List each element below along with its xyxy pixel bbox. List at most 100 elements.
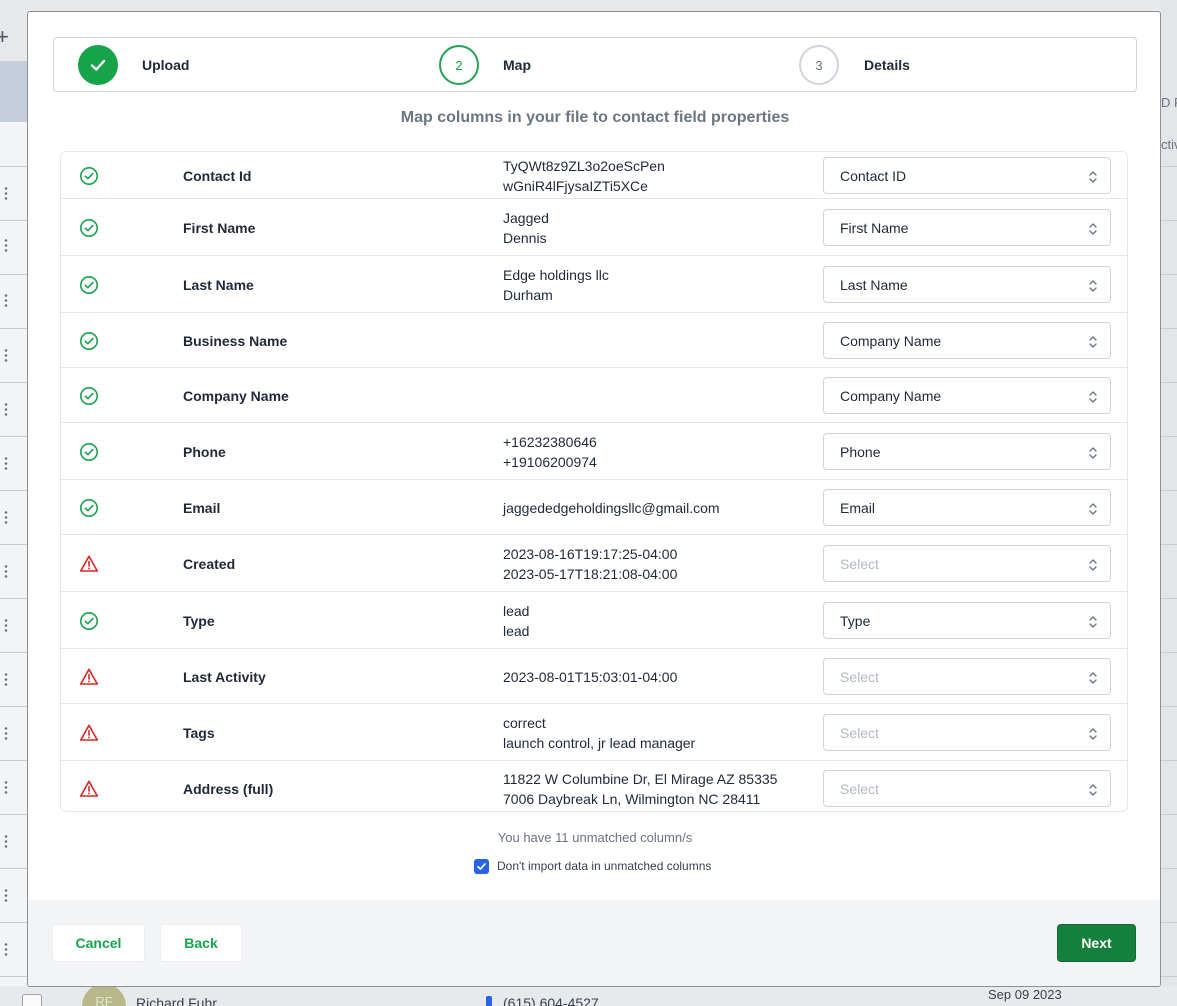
step-done-check-icon — [78, 45, 118, 85]
select-arrows-icon — [1088, 782, 1098, 798]
column-name: Last Activity — [183, 669, 266, 685]
sample-value: +16232380646 — [503, 434, 597, 450]
warning-icon — [79, 667, 99, 687]
select-arrows-icon — [1088, 726, 1098, 742]
column-name: Last Name — [183, 277, 254, 293]
mapping-row: First Name Jagged Dennis First Name — [61, 199, 1127, 256]
matched-check-icon — [79, 166, 99, 186]
sample-values: 11822 W Columbine Dr, El Mirage AZ 85335… — [503, 769, 777, 809]
back-button[interactable]: Back — [160, 924, 242, 962]
contact-date: Sep 09 2023 — [988, 987, 1062, 1002]
sample-values: 2023-08-01T15:03:01-04:00 — [503, 667, 677, 687]
field-select[interactable]: Company Name — [823, 377, 1111, 414]
column-name: Contact Id — [183, 168, 252, 184]
select-arrows-icon — [1088, 445, 1098, 461]
select-arrows-icon — [1088, 389, 1098, 405]
field-select[interactable]: Contact ID — [823, 157, 1111, 194]
sample-value: correct — [503, 715, 546, 731]
matched-check-icon — [79, 218, 99, 238]
drag-handle-icon — [2, 888, 10, 902]
sample-values: correct launch control, jr lead manager — [503, 713, 695, 753]
field-select[interactable]: Email — [823, 489, 1111, 526]
mapping-row: Last Activity 2023-08-01T15:03:01-04:00 Se… — [61, 649, 1127, 704]
sample-value: 11822 W Columbine Dr, El Mirage AZ 85335 — [503, 771, 778, 787]
sample-values: 2023-08-16T19:17:25-04:00 2023-05-17T18:2… — [503, 544, 677, 584]
dont-import-checkbox[interactable] — [474, 858, 489, 874]
field-select-value: Company Name — [840, 332, 942, 349]
field-select[interactable]: Select — [823, 770, 1111, 807]
matched-check-icon — [79, 331, 99, 351]
sample-value: jaggededgeholdingsllc@gmail.com — [503, 500, 720, 516]
field-select[interactable]: First Name — [823, 209, 1111, 246]
column-name: First Name — [183, 220, 256, 236]
field-select[interactable]: Select — [823, 658, 1111, 695]
select-arrows-icon — [1088, 169, 1098, 185]
drag-handle-icon — [2, 348, 10, 362]
step-label: Details — [864, 57, 910, 73]
warning-icon — [79, 779, 99, 799]
drag-handle-icon — [2, 186, 10, 200]
step-label: Upload — [142, 57, 190, 73]
mapping-row: Created 2023-08-16T19:17:25-04:00 2023-05-… — [61, 535, 1127, 592]
select-arrows-icon — [1088, 614, 1098, 630]
modal-footer: Cancel Back Next — [28, 900, 1160, 986]
sample-values: Edge holdings llc Durham — [503, 265, 609, 305]
phone-icon — [486, 996, 492, 1006]
drag-handle-icon — [2, 672, 10, 686]
select-arrows-icon — [1088, 221, 1098, 237]
field-select-placeholder: Select — [840, 668, 879, 685]
drag-handle-icon — [2, 564, 10, 578]
background-right-text: ctiv — [1161, 137, 1177, 152]
field-select-value: Email — [840, 499, 876, 516]
mapping-row: Company Name Company Name — [61, 368, 1127, 423]
matched-check-icon — [79, 498, 99, 518]
field-select-placeholder: Select — [840, 555, 879, 572]
sample-values: +16232380646 +19106200974 — [503, 432, 597, 472]
select-arrows-icon — [1088, 334, 1098, 350]
cancel-button[interactable]: Cancel — [52, 924, 145, 962]
column-name: Created — [183, 556, 236, 572]
sample-values: TyQWt8z9ZL3o2oeScPen wGniR4lFjysaIZTi5XCe — [503, 156, 665, 196]
mapping-row: Tags correct launch control, jr lead manag… — [61, 704, 1127, 761]
column-name: Business Name — [183, 333, 288, 349]
column-name: Company Name — [183, 388, 289, 404]
sample-value: Dennis — [503, 230, 547, 246]
drag-handle-icon — [2, 456, 10, 470]
dont-import-option[interactable]: Don't import data in unmatched columns — [474, 858, 711, 874]
column-name: Type — [183, 613, 215, 629]
field-select-value: Company Name — [840, 387, 942, 404]
step-map: 2 Map — [439, 45, 531, 85]
sample-value: lead — [503, 603, 530, 619]
field-select[interactable]: Type — [823, 602, 1111, 639]
field-select[interactable]: Company Name — [823, 322, 1111, 359]
field-select[interactable]: Last Name — [823, 266, 1111, 303]
step-label: Map — [503, 57, 531, 73]
drag-handle-icon — [2, 834, 10, 848]
drag-handle-icon — [2, 402, 10, 416]
column-name: Phone — [183, 444, 226, 460]
warning-icon — [79, 554, 99, 574]
field-select[interactable]: Phone — [823, 433, 1111, 470]
field-select-placeholder: Select — [840, 780, 879, 797]
column-name: Email — [183, 500, 221, 516]
field-select-value: Last Name — [840, 276, 908, 293]
sample-value: 2023-08-01T15:03:01-04:00 — [503, 669, 678, 685]
background-right-text: D P — [1161, 95, 1177, 110]
page-subtitle: Map columns in your file to contact fiel… — [400, 109, 790, 126]
select-arrows-icon — [1088, 278, 1098, 294]
warning-icon — [79, 723, 99, 743]
mapping-row: Last Name Edge holdings llc Durham Last Nam… — [61, 256, 1127, 313]
sample-value: 2023-05-17T18:21:08-04:00 — [503, 566, 678, 582]
field-select[interactable]: Select — [823, 714, 1111, 751]
sample-value: 2023-08-16T19:17:25-04:00 — [503, 546, 678, 562]
mapping-row: Email jaggededgeholdingsllc@gmail.com Emai… — [61, 480, 1127, 535]
field-select[interactable]: Select — [823, 545, 1111, 582]
contact-phone: (615) 604-4527 — [503, 995, 599, 1006]
drag-handle-icon — [2, 618, 10, 632]
drag-handle-icon — [2, 238, 10, 252]
select-arrows-icon — [1088, 501, 1098, 517]
sample-value: lead — [503, 623, 530, 639]
next-button[interactable]: Next — [1057, 924, 1136, 962]
sample-value: +19106200974 — [503, 454, 597, 470]
sample-values: Jagged Dennis — [503, 208, 549, 248]
